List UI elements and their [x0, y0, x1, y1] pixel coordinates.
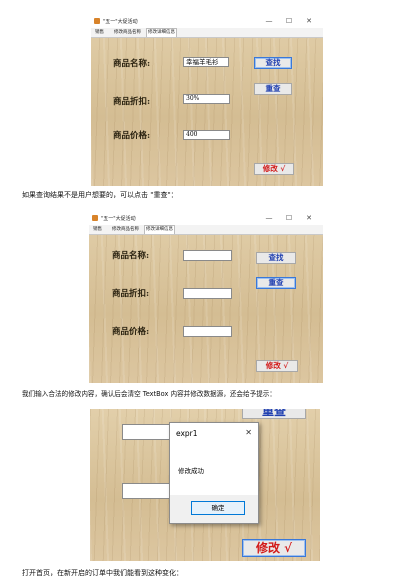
tab-edit-name[interactable]: 修改商品名称: [113, 29, 142, 36]
label-product-price: 商品价格:: [113, 131, 151, 141]
product-name-field[interactable]: 幸福羊毛衫: [183, 57, 229, 67]
product-price-field[interactable]: 400: [183, 130, 230, 140]
app-icon: [92, 215, 98, 221]
window-title: "五一"大促活动: [103, 19, 138, 25]
maximize-button[interactable]: ☐: [279, 213, 299, 223]
modify-button[interactable]: 修改 √: [256, 360, 298, 372]
dialog-close-button[interactable]: ✕: [245, 428, 252, 437]
tab-sales[interactable]: 销售: [92, 226, 103, 233]
modify-button[interactable]: 修改 √: [254, 163, 294, 175]
minimize-button[interactable]: —: [259, 16, 279, 26]
close-button[interactable]: ✕: [299, 16, 319, 26]
label-product-discount: 商品折扣:: [113, 97, 151, 107]
reset-button[interactable]: 重查: [256, 277, 296, 289]
tab-edit-details[interactable]: 修改详细信息: [146, 28, 177, 37]
tab-edit-name[interactable]: 修改商品名称: [111, 226, 140, 233]
search-button[interactable]: 查找: [254, 57, 292, 69]
modify-button[interactable]: 修改 √: [242, 539, 306, 557]
screenshot-success-dialog: 重查 修改 √ expr1 ✕ 修改成功 确定: [90, 409, 320, 561]
tab-sales[interactable]: 销售: [94, 29, 105, 36]
product-name-field[interactable]: [183, 250, 232, 261]
window-title: "五一"大促活动: [101, 216, 136, 222]
label-product-discount: 商品折扣:: [112, 289, 150, 299]
window-titlebar: "五一"大促活动 — ☐ ✕: [91, 14, 323, 28]
search-button[interactable]: 查找: [256, 252, 296, 264]
paragraph-reset-hint: 如果查询结果不是用户想要的，可以点击 "重查"：: [22, 191, 178, 199]
product-price-field[interactable]: [183, 326, 232, 337]
label-product-price: 商品价格:: [112, 327, 150, 337]
paragraph-order-hint: 打开首页，在新开启的订单中我们能看到这种变化：: [22, 569, 183, 577]
dialog-title: expr1: [176, 429, 198, 438]
product-discount-field[interactable]: [122, 424, 176, 440]
reset-button[interactable]: 重查: [254, 83, 292, 95]
dialog-message: 修改成功: [178, 467, 204, 475]
tab-edit-details[interactable]: 修改详细信息: [144, 225, 175, 234]
label-product-name: 商品名称:: [113, 59, 151, 69]
screenshot-form-reset: "五一"大促活动 — ☐ ✕ 销售 修改商品名称 修改详细信息 商品名称: 商品…: [89, 211, 323, 383]
product-discount-field[interactable]: 30%: [183, 94, 230, 104]
product-discount-field[interactable]: [183, 288, 232, 299]
maximize-button[interactable]: ☐: [279, 16, 299, 26]
product-price-field[interactable]: [122, 483, 176, 499]
paragraph-modify-hint: 我们输入合法的修改内容，确认后会清空 TextBox 内容并修改数据源，还会给予…: [22, 390, 276, 398]
app-icon: [94, 18, 100, 24]
tab-bar: 销售 修改商品名称 修改详细信息: [89, 225, 323, 235]
close-button[interactable]: ✕: [299, 213, 319, 223]
screenshot-form-filled: "五一"大促活动 — ☐ ✕ 销售 修改商品名称 修改详细信息 商品名称: 商品…: [91, 14, 323, 186]
dialog-ok-button[interactable]: 确定: [191, 501, 245, 515]
tab-bar: 销售 修改商品名称 修改详细信息: [91, 28, 323, 38]
label-product-name: 商品名称:: [112, 251, 150, 261]
window-titlebar: "五一"大促活动 — ☐ ✕: [89, 211, 323, 225]
message-dialog: expr1 ✕ 修改成功 确定: [169, 422, 259, 524]
minimize-button[interactable]: —: [259, 213, 279, 223]
reset-button[interactable]: 重查: [242, 409, 306, 419]
